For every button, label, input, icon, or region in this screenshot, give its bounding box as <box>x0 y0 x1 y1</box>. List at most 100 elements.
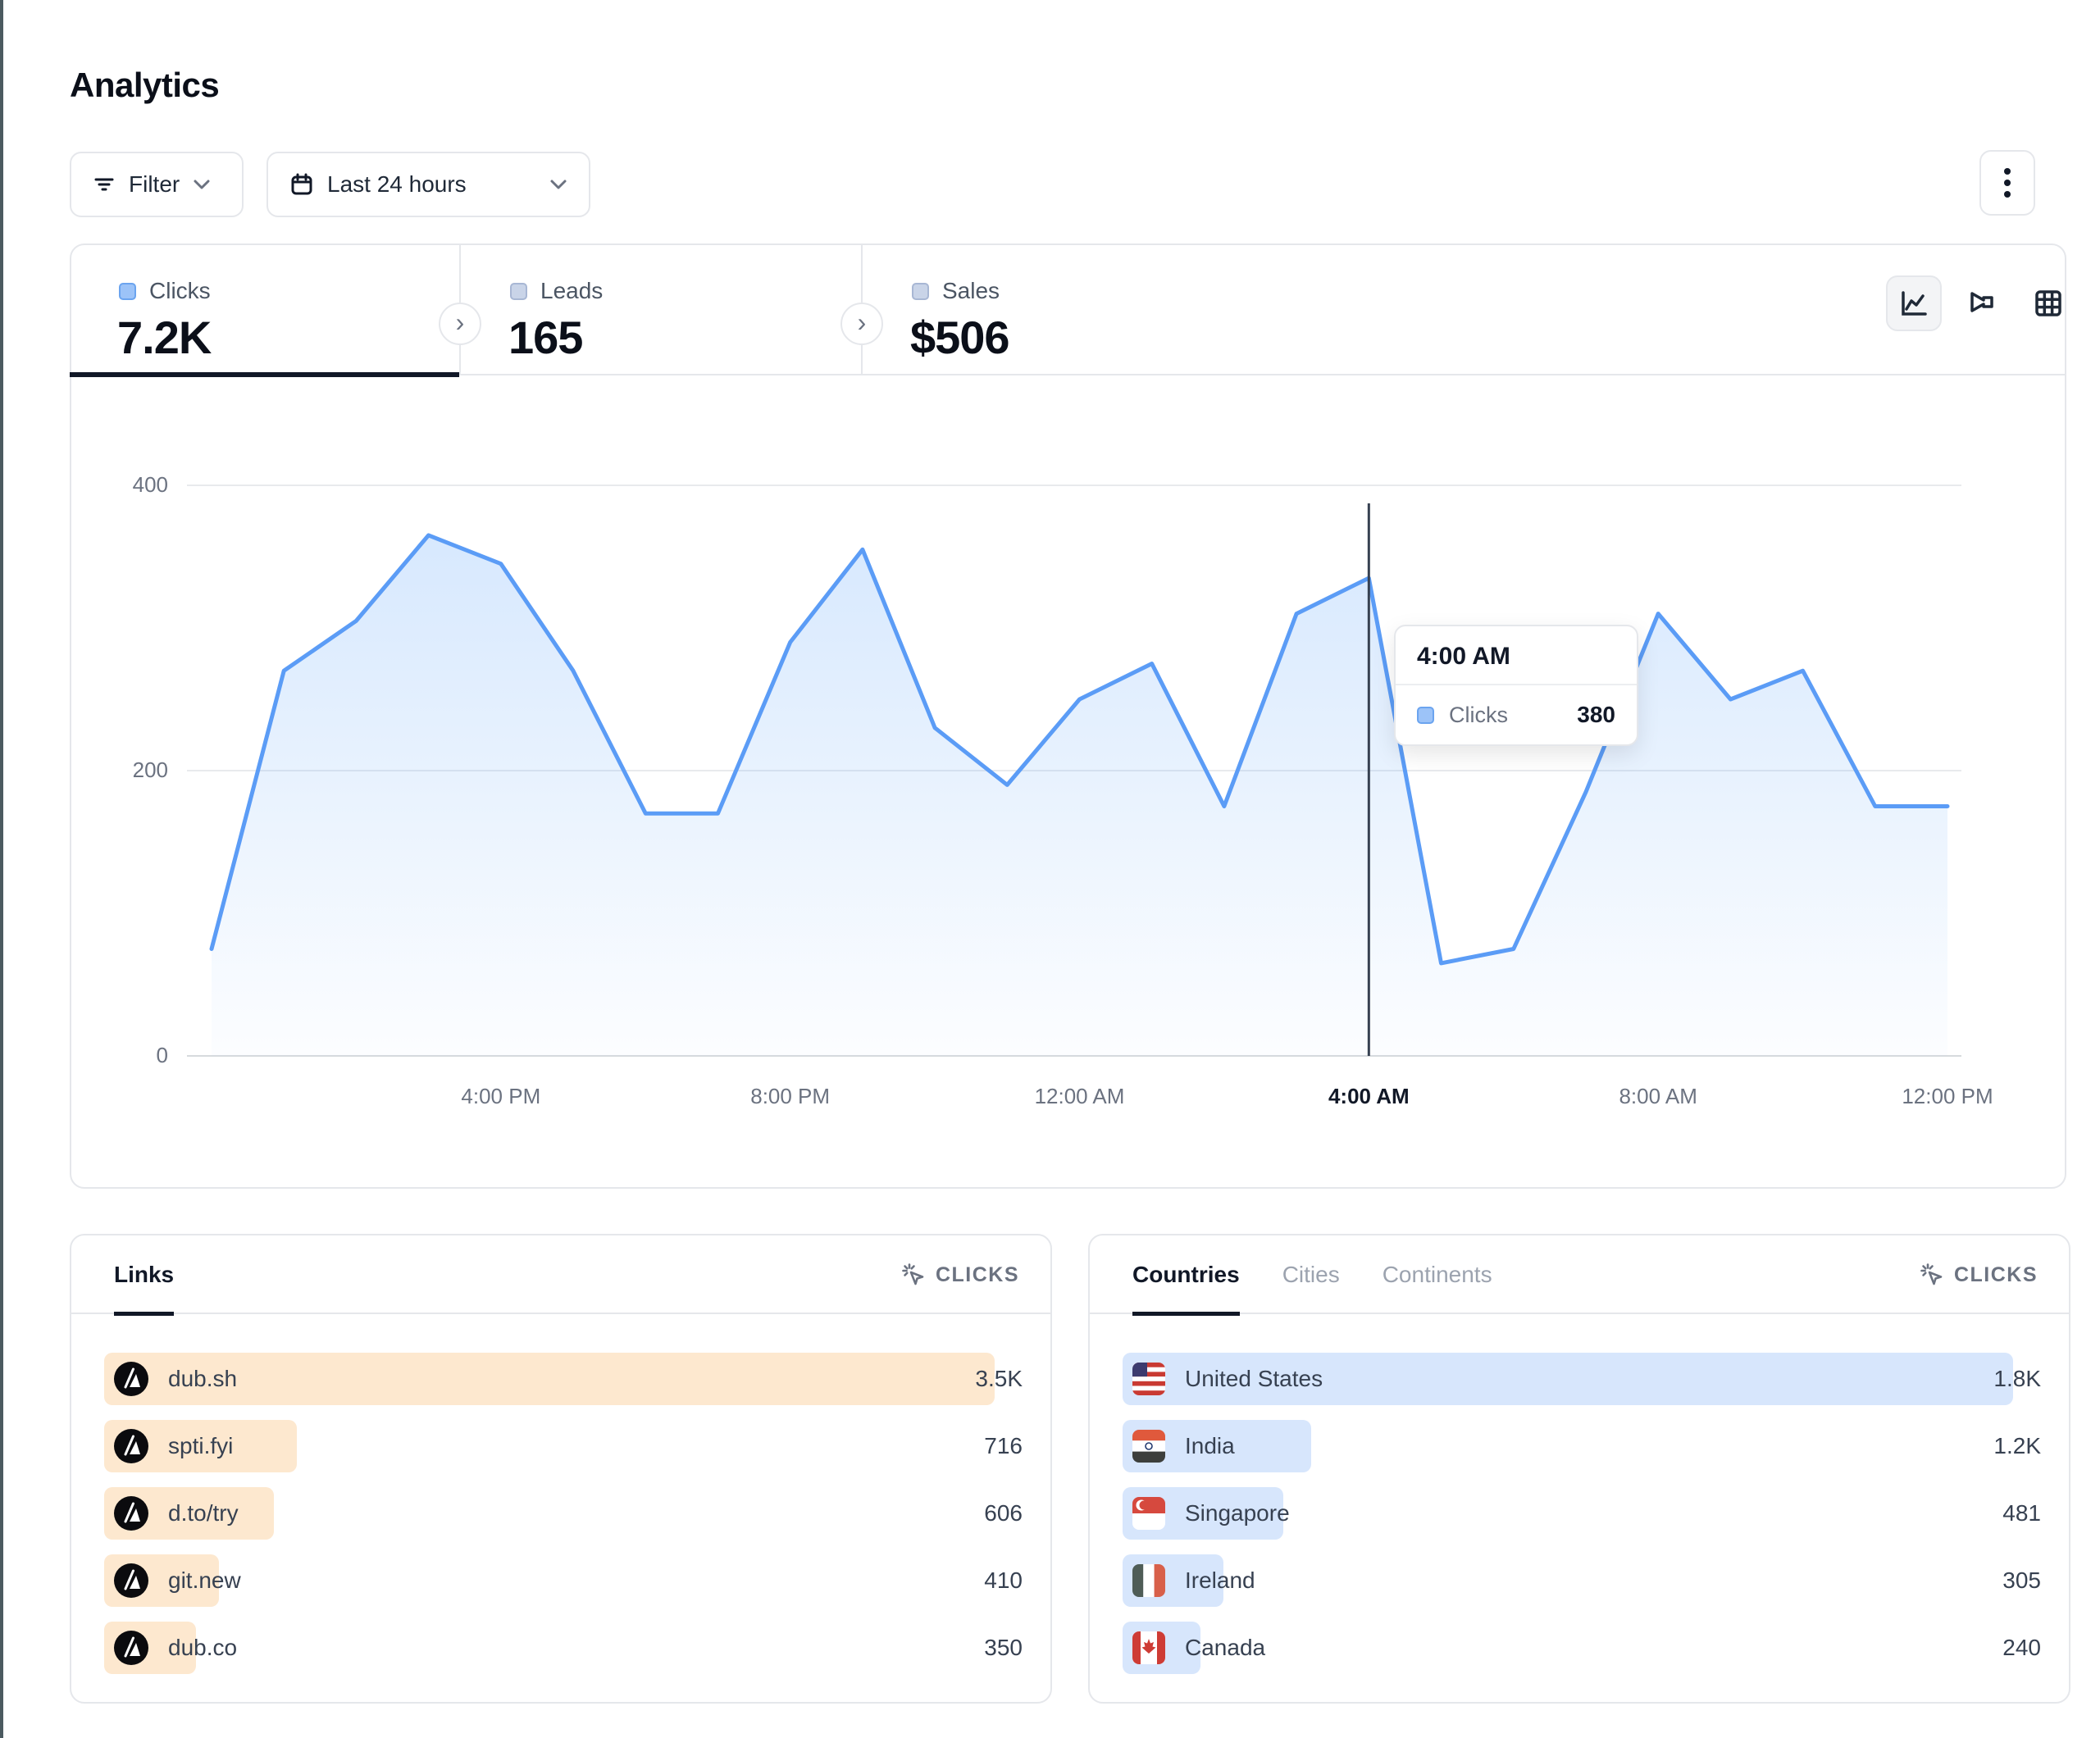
dub-logo-icon <box>114 1563 148 1598</box>
clicks-area-chart[interactable] <box>70 375 2066 1189</box>
links-panel: Links CLICKS dub.sh 3.5K spti.fyi 716 d.to/t… <box>70 1234 1052 1704</box>
tooltip-value: 380 <box>1577 702 1615 728</box>
in-flag-icon <box>1132 1430 1165 1463</box>
link-bar <box>104 1353 995 1405</box>
countries-panel: Countries Cities Continents CLICKS Unite… <box>1088 1234 2070 1704</box>
table-grid-icon <box>2032 287 2065 320</box>
filter-button[interactable]: Filter <box>70 152 244 217</box>
country-label: India <box>1185 1433 1235 1459</box>
cursor-click-icon <box>1920 1263 1944 1287</box>
link-label: d.to/try <box>168 1500 239 1526</box>
link-label: dub.co <box>168 1635 237 1661</box>
left-accent-strip <box>0 0 3 1738</box>
link-label: dub.sh <box>168 1366 237 1392</box>
link-value: 350 <box>984 1622 1023 1674</box>
country-label: Singapore <box>1185 1500 1290 1526</box>
country-row[interactable]: India 1.2K <box>1123 1420 2041 1472</box>
links-rows: dub.sh 3.5K spti.fyi 716 d.to/try 606 git.new 4… <box>104 1353 1023 1689</box>
x-axis-tick-label: 4:00 AM <box>1303 1084 1434 1109</box>
links-panel-header: Links CLICKS <box>71 1235 1050 1314</box>
expand-leads-chevron-button[interactable]: › <box>840 303 883 345</box>
countries-metric-header[interactable]: CLICKS <box>1920 1235 2038 1314</box>
leads-tab-label: Leads <box>540 278 603 304</box>
link-label: spti.fyi <box>168 1433 233 1459</box>
links-metric-label: CLICKS <box>936 1263 1019 1287</box>
country-label: Ireland <box>1185 1567 1255 1594</box>
page-title: Analytics <box>70 66 219 105</box>
chart-area-fill <box>212 535 1947 1056</box>
country-value: 305 <box>2002 1554 2041 1607</box>
line-chart-icon <box>1897 287 1930 320</box>
cursor-click-icon <box>901 1263 926 1287</box>
country-value: 1.8K <box>1993 1353 2041 1405</box>
country-value: 240 <box>2002 1622 2041 1674</box>
more-options-button[interactable] <box>1979 150 2035 216</box>
y-axis-tick-label: 0 <box>102 1043 168 1068</box>
country-row[interactable]: United States 1.8K <box>1123 1353 2041 1405</box>
ca-flag-icon <box>1132 1631 1165 1664</box>
tab-links[interactable]: Links <box>114 1235 174 1314</box>
link-value: 606 <box>984 1487 1023 1540</box>
tab-leads[interactable]: Leads 165 <box>461 243 861 375</box>
calendar-icon <box>289 172 314 197</box>
chevron-down-icon <box>193 179 211 190</box>
link-row[interactable]: dub.sh 3.5K <box>104 1353 1023 1405</box>
dub-logo-icon <box>114 1496 148 1531</box>
country-value: 1.2K <box>1993 1420 2041 1472</box>
link-row[interactable]: d.to/try 606 <box>104 1487 1023 1540</box>
tab-sales[interactable]: Sales $506 <box>863 243 1279 375</box>
link-value: 410 <box>984 1554 1023 1607</box>
dub-logo-icon <box>114 1631 148 1665</box>
link-row[interactable]: spti.fyi 716 <box>104 1420 1023 1472</box>
link-row[interactable]: git.new 410 <box>104 1554 1023 1607</box>
dub-logo-icon <box>114 1362 148 1396</box>
chevron-down-icon <box>549 179 567 190</box>
sales-tab-label: Sales <box>942 278 1000 304</box>
x-axis-tick-label: 12:00 PM <box>1882 1084 2013 1109</box>
sales-legend-swatch <box>912 283 929 300</box>
leads-tab-value: 165 <box>508 311 582 364</box>
country-row[interactable]: Singapore 481 <box>1123 1487 2041 1540</box>
clicks-legend-swatch <box>119 283 136 300</box>
kebab-menu-icon <box>2003 166 2011 199</box>
country-label: Canada <box>1185 1635 1265 1661</box>
us-flag-icon <box>1132 1363 1165 1395</box>
link-label: git.new <box>168 1567 241 1594</box>
country-row[interactable]: Canada 240 <box>1123 1622 2041 1674</box>
line-chart-view-button[interactable] <box>1886 275 1942 331</box>
leads-legend-swatch <box>510 283 527 300</box>
links-metric-header[interactable]: CLICKS <box>901 1235 1019 1314</box>
link-value: 716 <box>984 1420 1023 1472</box>
countries-metric-label: CLICKS <box>1954 1263 2038 1287</box>
country-value: 481 <box>2002 1487 2041 1540</box>
tab-continents[interactable]: Continents <box>1383 1235 1492 1314</box>
countries-panel-header: Countries Cities Continents CLICKS <box>1090 1235 2069 1314</box>
link-value: 3.5K <box>975 1353 1023 1405</box>
chart-type-switcher <box>1886 275 2076 331</box>
tab-cities[interactable]: Cities <box>1282 1235 1340 1314</box>
metric-tabs-row: Clicks 7.2K Leads 165 Sales $506 › › <box>70 243 2066 375</box>
country-label: United States <box>1185 1366 1323 1392</box>
table-view-button[interactable] <box>2020 275 2076 331</box>
x-axis-tick-label: 8:00 PM <box>725 1084 856 1109</box>
date-range-button[interactable]: Last 24 hours <box>266 152 590 217</box>
filter-button-label: Filter <box>129 171 180 198</box>
link-row[interactable]: dub.co 350 <box>104 1622 1023 1674</box>
y-axis-tick-label: 400 <box>102 472 168 498</box>
funnel-view-button[interactable] <box>1953 275 2009 331</box>
clicks-tab-label: Clicks <box>149 278 211 304</box>
ie-flag-icon <box>1132 1564 1165 1597</box>
countries-rows: United States 1.8K India 1.2K Singapore 481 Ir… <box>1123 1353 2041 1689</box>
tab-countries[interactable]: Countries <box>1132 1235 1240 1314</box>
x-axis-tick-label: 12:00 AM <box>1014 1084 1146 1109</box>
tab-clicks[interactable]: Clicks 7.2K <box>70 243 459 375</box>
country-row[interactable]: Ireland 305 <box>1123 1554 2041 1607</box>
filter-icon <box>93 173 116 196</box>
dub-logo-icon <box>114 1429 148 1463</box>
y-axis-tick-label: 200 <box>102 758 168 783</box>
expand-clicks-chevron-button[interactable]: › <box>439 303 481 345</box>
tooltip-time: 4:00 AM <box>1396 626 1637 685</box>
tooltip-legend-swatch <box>1417 707 1434 724</box>
x-axis-tick-label: 4:00 PM <box>435 1084 567 1109</box>
chart-tooltip: 4:00 AM Clicks 380 <box>1394 625 1638 746</box>
